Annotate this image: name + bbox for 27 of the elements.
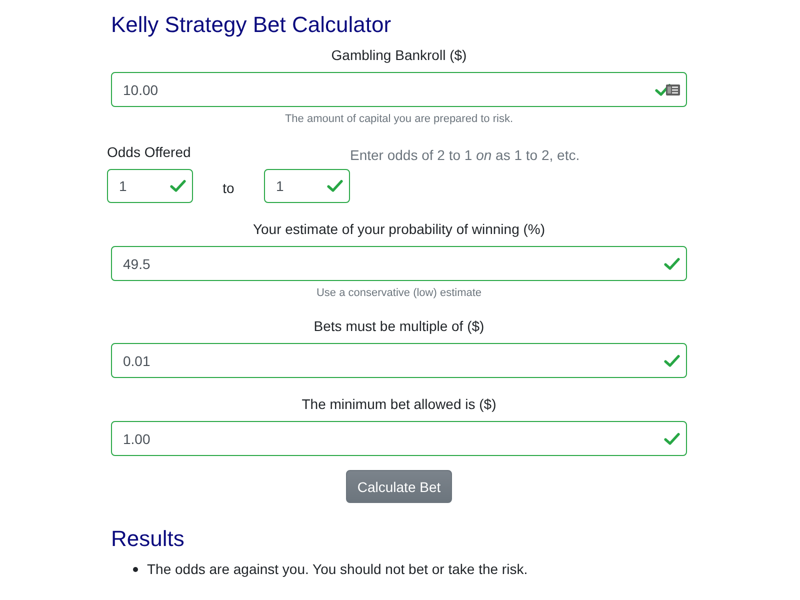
input-field[interactable]: 1.00 <box>111 421 687 456</box>
check-icon <box>664 354 680 367</box>
check-icon <box>170 180 186 192</box>
check-icon <box>655 83 671 96</box>
check-icon <box>327 180 343 192</box>
field-label: Your estimate of your probability of winning (%) <box>252 220 546 239</box>
field-label: The minimum bet allowed is ($) <box>302 395 496 414</box>
contact-card-icon[interactable] <box>666 84 680 95</box>
input-field[interactable]: 1 <box>264 169 350 203</box>
check-icon <box>664 432 680 445</box>
results-heading: Results <box>111 525 186 553</box>
field-label: Gambling Bankroll ($) <box>331 46 467 65</box>
help-text: Use a conservative (low) estimate <box>316 286 482 300</box>
input-field[interactable]: 1 <box>107 169 193 203</box>
input-field[interactable]: 10.00 <box>111 72 687 107</box>
field-label: Bets must be multiple of ($) <box>314 317 484 336</box>
bullet-icon <box>133 566 138 572</box>
field-label: Odds Offered <box>107 143 191 162</box>
check-icon <box>664 257 680 270</box>
page-title: Kelly Strategy Bet Calculator <box>111 11 392 39</box>
result-text: The odds are against you. You should not bet or take the risk. <box>147 560 528 579</box>
help-text: The amount of capital you are prepared to risk. <box>284 112 514 126</box>
input-field[interactable]: 0.01 <box>111 343 687 378</box>
separator-text: to <box>222 178 234 198</box>
calculate-button[interactable]: Calculate Bet <box>346 470 452 503</box>
input-field[interactable]: 49.5 <box>111 246 687 281</box>
hint-text: Enter odds of 2 to 1 on as 1 to 2, etc. <box>350 146 580 162</box>
